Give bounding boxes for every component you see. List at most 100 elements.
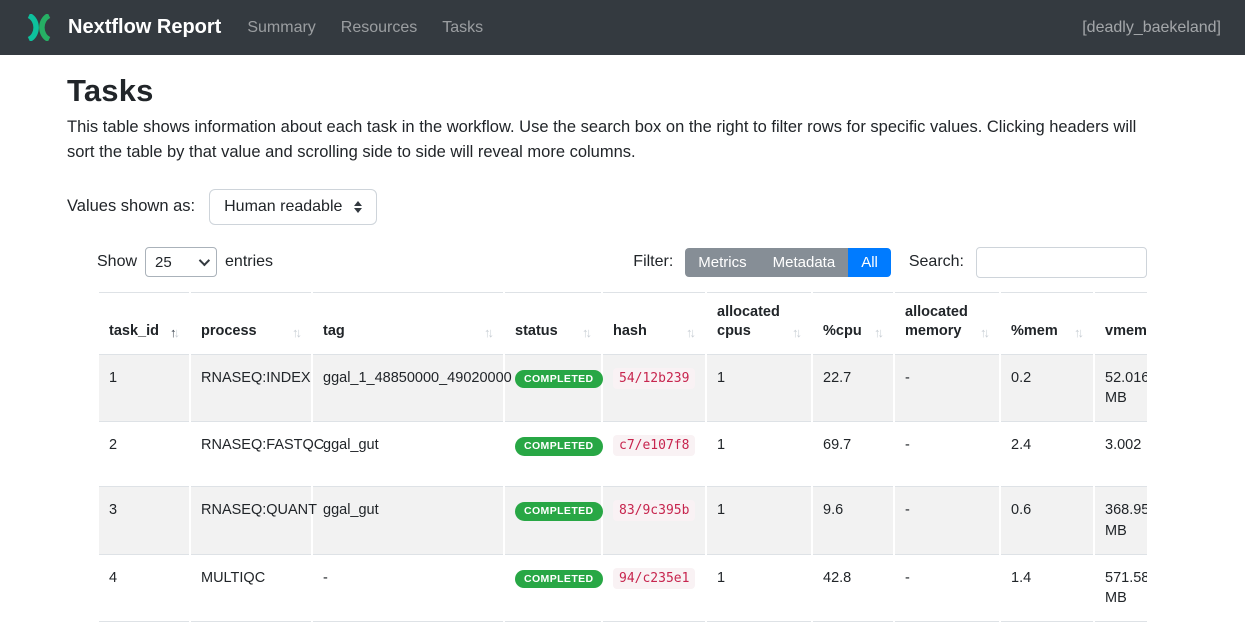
nav-links: Summary Resources Tasks: [247, 19, 483, 37]
column-header-hash[interactable]: hash↑↓: [603, 292, 705, 355]
search-input[interactable]: [976, 247, 1147, 278]
hash-code: 54/12b239: [613, 368, 695, 389]
column-label: tag: [323, 322, 345, 342]
filter-button-metrics[interactable]: Metrics: [685, 248, 759, 277]
cell-allocated_cpus: 1: [707, 555, 811, 622]
cell-process: RNASEQ:QUANT: [191, 487, 311, 555]
cell-allocated_cpus: 1: [707, 355, 811, 423]
column-header-allocated_memory[interactable]: allocated memory↑↓: [895, 292, 999, 355]
column-label: task_id: [109, 322, 159, 342]
chevron-down-icon: [199, 255, 210, 266]
nav-item-summary[interactable]: Summary: [247, 19, 315, 37]
updown-arrows-icon: [354, 201, 362, 213]
cell-pct_cpu: 69.7: [813, 422, 893, 487]
brand[interactable]: Nextflow Report: [24, 14, 221, 41]
table-row: 3RNASEQ:QUANTggal_gut COMPLETED83/9c395b1…: [99, 487, 1147, 555]
table-row: 1 RNASEQ:INDEXggal_1_48850000_49020000 COM…: [99, 355, 1147, 423]
sort-arrows-icon: ↑↓: [170, 324, 179, 342]
column-header-pct_mem[interactable]: %mem↑↓: [1001, 292, 1093, 355]
cell-status: COMPLETED: [505, 487, 601, 555]
page-title: Tasks: [67, 73, 1165, 109]
cell-vmem: 52.016 MB: [1095, 355, 1147, 423]
cell-tag: -: [313, 555, 503, 622]
cell-process: MULTIQC: [191, 555, 311, 622]
run-name: [deadly_baekeland]: [1082, 19, 1221, 37]
page-length-select[interactable]: 25: [145, 247, 217, 277]
cell-pct_cpu: 22.7: [813, 355, 893, 423]
filter-label: Filter:: [633, 253, 673, 271]
filter-search-controls: Filter: Metrics Metadata All Search:: [633, 247, 1147, 278]
cell-task_id: 4: [99, 555, 189, 622]
cell-hash: 94/c235e1: [603, 555, 705, 622]
page-length-value: 25: [155, 254, 172, 271]
filter-button-group: Metrics Metadata All: [685, 248, 891, 277]
cell-task_id: 3: [99, 487, 189, 555]
cell-tag: ggal_gut: [313, 487, 503, 555]
table-scroll-area[interactable]: task_id↑↓process↑↓tag↑↓status↑↓hash↑↓all…: [97, 292, 1147, 622]
datatable-wrapper: Show 25 entries Filter: Metrics Metadata…: [97, 247, 1147, 622]
cell-allocated_memory: -: [895, 555, 999, 622]
cell-hash: c7/e107f8: [603, 422, 705, 487]
column-label: process: [201, 322, 257, 342]
column-header-task_id[interactable]: task_id ↑↓: [99, 292, 189, 355]
cell-allocated_memory: -: [895, 422, 999, 487]
datatable-controls: Show 25 entries Filter: Metrics Metadata…: [97, 247, 1147, 278]
hash-code: 94/c235e1: [613, 568, 695, 589]
nav-item-resources[interactable]: Resources: [341, 19, 417, 37]
cell-vmem: 571.58 MB: [1095, 555, 1147, 622]
cell-pct_mem: 2.4: [1001, 422, 1093, 487]
column-label: allocated cpus: [717, 303, 788, 342]
cell-allocated_cpus: 1: [707, 422, 811, 487]
table-header-row: task_id↑↓process↑↓tag↑↓status↑↓hash↑↓all…: [99, 292, 1147, 355]
entries-label: entries: [225, 253, 273, 271]
status-badge: COMPLETED: [515, 370, 603, 389]
column-label: %mem: [1011, 322, 1058, 342]
hash-code: c7/e107f8: [613, 435, 695, 456]
cell-hash: 54/12b239: [603, 355, 705, 423]
cell-allocated_cpus: 1: [707, 487, 811, 555]
cell-pct_cpu: 9.6: [813, 487, 893, 555]
cell-process: RNASEQ:INDEX: [191, 355, 311, 423]
cell-status: COMPLETED: [505, 355, 601, 423]
status-badge: COMPLETED: [515, 570, 603, 589]
column-header-pct_cpu[interactable]: %cpu↑↓: [813, 292, 893, 355]
cell-hash: 83/9c395b: [603, 487, 705, 555]
sort-arrows-icon: ↑↓: [686, 324, 695, 342]
cell-task_id: 2: [99, 422, 189, 487]
filter-button-metadata[interactable]: Metadata: [760, 248, 849, 277]
column-header-process[interactable]: process ↑↓: [191, 292, 311, 355]
cell-pct_mem: 0.6: [1001, 487, 1093, 555]
page-length-control: Show 25 entries: [97, 247, 273, 277]
column-header-allocated_cpus[interactable]: allocated cpus↑↓: [707, 292, 811, 355]
column-label: allocated memory: [905, 303, 976, 342]
column-header-tag[interactable]: tag ↑↓: [313, 292, 503, 355]
table-row: 2RNASEQ:FASTQCggal_gutCOMPLETEDc7/e107f8…: [99, 422, 1147, 487]
brand-title: Nextflow Report: [68, 16, 221, 39]
values-shown-select[interactable]: Human readable: [209, 189, 377, 225]
column-header-vmem[interactable]: vmem↑↓: [1095, 292, 1147, 355]
cell-vmem: 368.95 MB: [1095, 487, 1147, 555]
sort-arrows-icon: ↑↓: [292, 324, 301, 342]
cell-allocated_memory: -: [895, 487, 999, 555]
nextflow-logo-icon: [24, 14, 54, 41]
status-badge: COMPLETED: [515, 502, 603, 521]
tasks-table: task_id↑↓process↑↓tag↑↓status↑↓hash↑↓all…: [97, 292, 1147, 622]
cell-tag: ggal_1_48850000_49020000: [313, 355, 503, 423]
sort-arrows-icon: ↑↓: [582, 324, 591, 342]
column-label: %cpu: [823, 322, 862, 342]
nav-item-tasks[interactable]: Tasks: [442, 19, 483, 37]
column-header-status[interactable]: status ↑↓: [505, 292, 601, 355]
filter-button-all[interactable]: All: [848, 248, 891, 277]
tasks-table-body: 1 RNASEQ:INDEXggal_1_48850000_49020000 COM…: [99, 355, 1147, 622]
sort-arrows-icon: ↑↓: [792, 324, 801, 342]
values-shown-row: Values shown as: Human readable: [67, 189, 1165, 225]
sort-arrows-icon: ↑↓: [484, 324, 493, 342]
cell-status: COMPLETED: [505, 422, 601, 487]
column-label: status: [515, 322, 558, 342]
navbar: Nextflow Report Summary Resources Tasks …: [0, 0, 1245, 55]
show-label: Show: [97, 253, 137, 271]
page-container: Tasks This table shows information about…: [0, 73, 1245, 622]
page-description: This table shows information about each …: [67, 115, 1165, 165]
status-badge: COMPLETED: [515, 437, 603, 456]
values-shown-value: Human readable: [224, 198, 342, 216]
